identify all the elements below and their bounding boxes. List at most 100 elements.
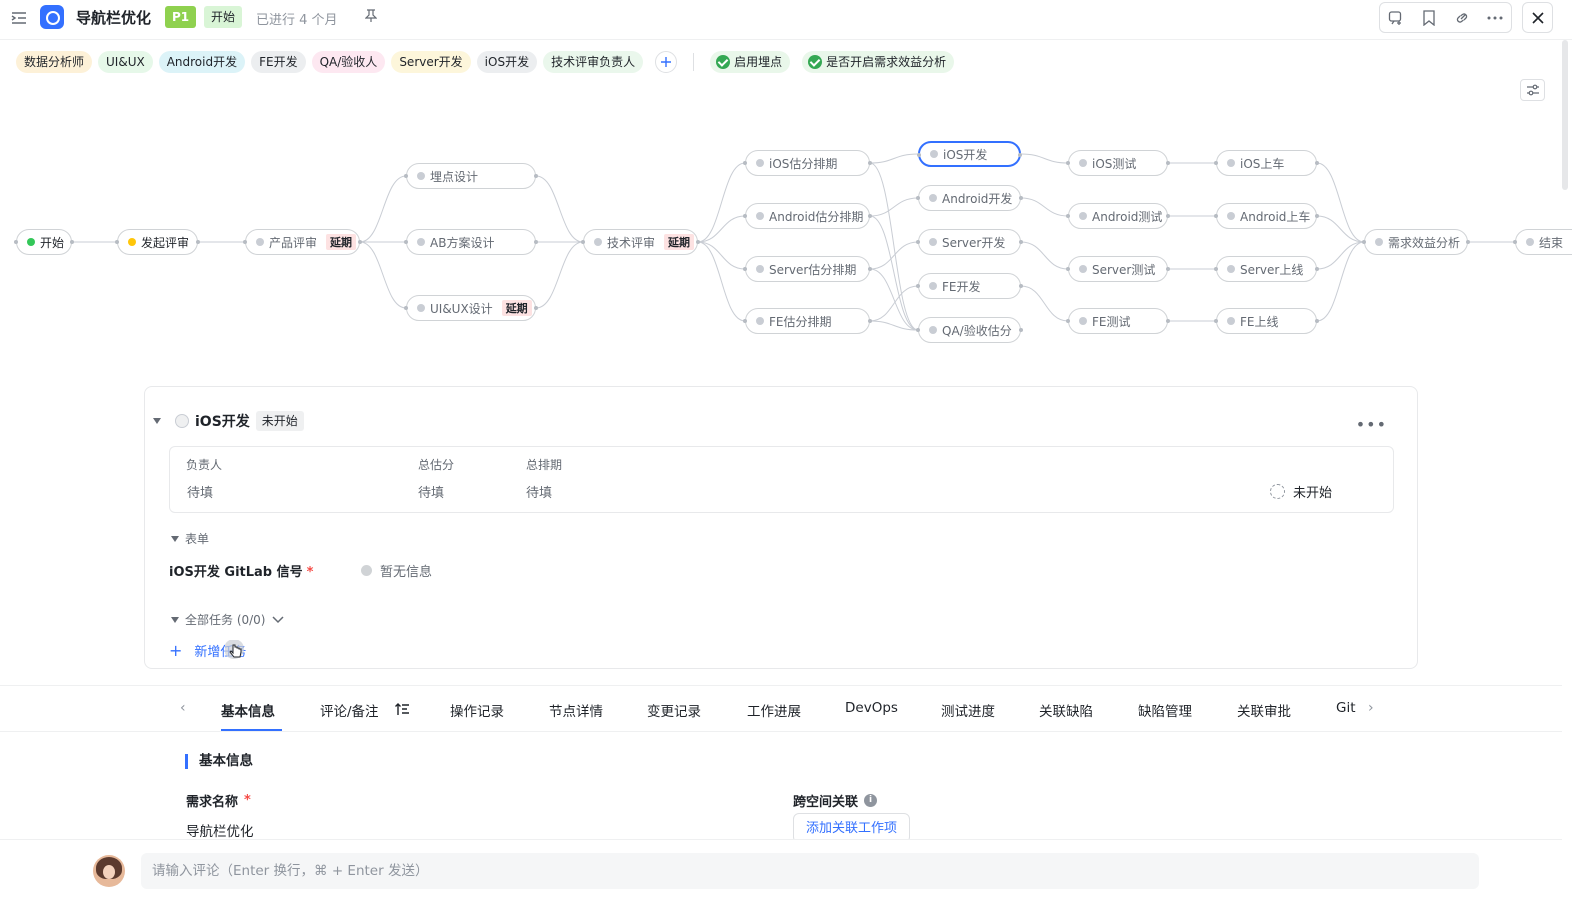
collapse-arrow-icon[interactable] — [153, 418, 161, 424]
node-status-dot-icon — [1227, 265, 1235, 273]
tab-5[interactable]: 工作进展 — [747, 700, 801, 720]
owner-value[interactable]: 待填 — [187, 482, 213, 501]
flow-node-product-review[interactable]: 产品评审 延期 — [243, 229, 362, 255]
node-detail-header[interactable]: iOS开发 未开始 — [153, 411, 304, 431]
node-label: FE上线 — [1240, 314, 1279, 329]
more-icon[interactable] — [1478, 3, 1511, 32]
flow-node-android-dev[interactable]: Android开发 — [916, 185, 1023, 211]
flow-node-ios-dev[interactable]: iOS开发 — [917, 141, 1022, 167]
flow-node-ios-test[interactable]: iOS测试 — [1066, 150, 1170, 176]
delay-badge: 延期 — [664, 234, 695, 250]
role-tag[interactable]: UI&UX — [98, 51, 153, 73]
flow-node-fe-test[interactable]: FE测试 — [1066, 308, 1170, 334]
node-status-dot-icon — [929, 238, 937, 246]
form-section-toggle[interactable]: 表单 — [171, 530, 209, 547]
flow-node-ab-design[interactable]: AB方案设计 — [404, 229, 538, 255]
node-title: iOS开发 — [195, 414, 250, 430]
flow-node-uiux-design[interactable]: UI&UX设计 延期 — [404, 295, 538, 321]
avatar[interactable] — [93, 855, 125, 887]
tab-8[interactable]: 关联缺陷 — [1039, 700, 1093, 720]
node-status-dot-icon — [1079, 212, 1087, 220]
name-value[interactable]: 导航栏优化 — [186, 820, 254, 840]
tab-3[interactable]: 节点详情 — [549, 700, 603, 720]
node-label: Server上线 — [1240, 262, 1304, 277]
sort-icon[interactable] — [395, 701, 409, 720]
role-tags: 数据分析师 UI&UX Android开发 FE开发 QA/验收人 Server开发 iOS… — [16, 50, 955, 74]
tab-6[interactable]: DevOps — [845, 700, 898, 716]
flow-node-ios-release[interactable]: iOS上车 — [1214, 150, 1319, 176]
flow-node-ios-estimate[interactable]: iOS估分排期 — [743, 150, 872, 176]
role-tag[interactable]: QA/验收人 — [311, 51, 386, 73]
node-detail-card: iOS开发 未开始 ••• 负责人 待填 总估分 待填 总排期 待填 未开始 表… — [144, 386, 1418, 669]
flow-edge — [697, 162, 746, 243]
node-status-dot-icon — [756, 212, 764, 220]
more-icon[interactable]: ••• — [1356, 415, 1387, 434]
flow-node-end[interactable]: 结束 — [1513, 229, 1572, 255]
role-tag[interactable]: Android开发 — [158, 51, 246, 73]
node-status-dot-icon — [929, 326, 937, 334]
tab-7[interactable]: 测试进度 — [941, 700, 995, 720]
node-label: 发起评审 — [141, 235, 190, 250]
flow-node-fe-estimate[interactable]: FE估分排期 — [743, 308, 872, 334]
tab-10[interactable]: 关联审批 — [1237, 700, 1291, 720]
pending-icon — [1270, 484, 1285, 499]
comment-input[interactable]: 请输入评论（Enter 换行，⌘ + Enter 发送） — [141, 853, 1479, 889]
chat-add-icon[interactable] — [1380, 3, 1413, 32]
flow-edge — [869, 215, 919, 331]
tab-2[interactable]: 操作记录 — [450, 700, 504, 720]
node-label: iOS测试 — [1092, 156, 1137, 171]
tab-scroll-right-icon[interactable]: › — [1368, 700, 1374, 716]
flow-node-android-test[interactable]: Android测试 — [1066, 203, 1170, 229]
flow-edge — [869, 268, 919, 331]
status-badge[interactable]: 开始 — [204, 6, 243, 28]
priority-badge[interactable]: P1 — [165, 6, 197, 28]
estimate-value[interactable]: 待填 — [418, 482, 444, 501]
flow-node-server-dev[interactable]: Server开发 — [916, 229, 1023, 255]
flow-node-server-estimate[interactable]: Server估分排期 — [743, 256, 872, 282]
flow-node-tracking-design[interactable]: 埋点设计 — [404, 163, 538, 189]
node-state-label: 未开始 — [1293, 486, 1333, 501]
flow-edge — [359, 175, 407, 243]
feature-flag[interactable]: 启用埋点 — [710, 51, 791, 73]
flow-node-server-test[interactable]: Server测试 — [1066, 256, 1170, 282]
schedule-value[interactable]: 待填 — [526, 482, 552, 501]
add-role-icon[interactable] — [655, 51, 678, 73]
role-tag[interactable]: FE开发 — [251, 51, 306, 73]
flow-node-start[interactable]: 开始 — [14, 229, 74, 255]
tab-bar: ‹ › 基本信息 评论/备注 操作记录 节点详情 变更记录 工作进展 DevOps 测试进度 关… — [0, 686, 1562, 732]
role-tag[interactable]: 数据分析师 — [16, 51, 93, 73]
flow-node-fe-release[interactable]: FE上线 — [1214, 308, 1319, 334]
link-icon[interactable] — [1446, 3, 1479, 32]
bookmark-icon[interactable] — [1413, 3, 1446, 32]
tab-4[interactable]: 变更记录 — [647, 700, 701, 720]
duration-text: 已进行 4 个月 — [256, 13, 338, 28]
flow-node-server-release[interactable]: Server上线 — [1214, 256, 1319, 282]
flow-node-benefit[interactable]: 需求效益分析 — [1362, 229, 1470, 255]
flow-node-fe-dev[interactable]: FE开发 — [916, 273, 1023, 299]
check-icon — [716, 55, 731, 69]
node-label: FE估分排期 — [769, 314, 832, 329]
node-status-dot-icon — [756, 317, 764, 325]
flow-settings-icon[interactable] — [1520, 79, 1545, 101]
tasks-section-toggle[interactable]: 全部任务 (0/0) — [171, 611, 284, 628]
info-icon[interactable]: i — [864, 794, 878, 807]
flow-node-android-estimate[interactable]: Android估分排期 — [743, 203, 872, 229]
flow-node-qa-estimate[interactable]: QA/验收估分 — [916, 317, 1023, 343]
flow-node-tech-review[interactable]: 技术评审 延期 — [581, 229, 700, 255]
collapse-menu-icon[interactable] — [11, 10, 27, 24]
tab-0[interactable]: 基本信息 — [221, 700, 275, 720]
feature-flag[interactable]: 是否开启需求效益分析 — [802, 51, 955, 73]
tab-9[interactable]: 缺陷管理 — [1138, 700, 1192, 720]
flow-node-review-start[interactable]: 发起评审 — [115, 229, 200, 255]
role-tag[interactable]: 技术评审负责人 — [543, 51, 644, 73]
role-tag[interactable]: Server开发 — [391, 51, 471, 73]
role-tag[interactable]: iOS开发 — [476, 51, 538, 73]
schedule-label: 总排期 — [526, 458, 563, 472]
flow-node-android-release[interactable]: Android上车 — [1214, 203, 1319, 229]
tab-scroll-left-icon[interactable]: ‹ — [180, 700, 186, 716]
tab-1[interactable]: 评论/备注 — [320, 700, 379, 720]
close-icon[interactable] — [1522, 2, 1553, 33]
node-state[interactable]: 未开始 — [1270, 482, 1332, 501]
tab-11[interactable]: Git — [1336, 700, 1356, 716]
pin-icon[interactable] — [364, 9, 378, 27]
